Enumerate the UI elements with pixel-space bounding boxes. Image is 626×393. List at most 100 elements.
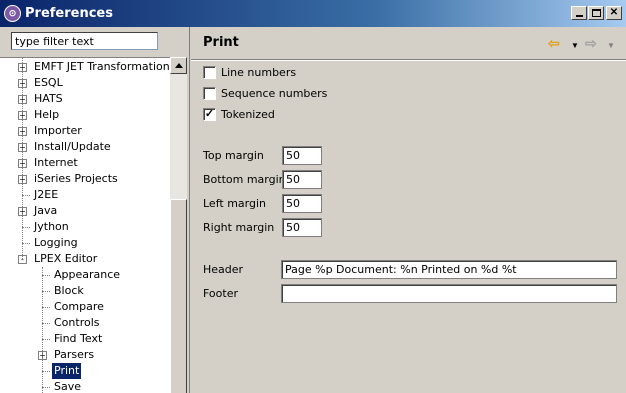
minimize-icon: [576, 15, 583, 17]
footer-row: Footer: [203, 284, 618, 304]
tree-item[interactable]: Save: [0, 379, 170, 393]
tree-item-label: Appearance: [54, 268, 121, 281]
tree-item[interactable]: + iSeries Projects: [0, 171, 170, 187]
tree-item[interactable]: + HATS: [0, 91, 170, 107]
tree-item[interactable]: J2EE: [0, 187, 170, 203]
tree-item[interactable]: + Parsers: [0, 347, 170, 363]
tree-item[interactable]: Appearance: [0, 267, 170, 283]
close-icon: ✕: [609, 7, 619, 18]
checkbox-box[interactable]: [203, 66, 216, 79]
header-row: Header Page %p Document: %n Printed on %…: [203, 260, 618, 280]
tree-item-label: ESQL: [34, 76, 63, 89]
tree-item[interactable]: + Internet: [0, 155, 170, 171]
close-button[interactable]: ✕: [606, 6, 622, 20]
maximize-icon: [592, 9, 601, 17]
line-numbers-checkbox[interactable]: Line numbers: [203, 66, 333, 80]
top-margin-label: Top margin: [203, 149, 264, 162]
tree-connector: [42, 387, 50, 388]
checkbox-label: Line numbers: [221, 66, 297, 79]
tree-item-label: Logging: [34, 236, 78, 249]
checkbox-box[interactable]: [203, 87, 216, 100]
tree-connector: [22, 58, 23, 259]
tree-item-label: Importer: [34, 124, 82, 137]
checkbox-label: Tokenized: [221, 108, 275, 121]
tree-item-label: Find Text: [54, 332, 103, 345]
tree-item-label: Jython: [34, 220, 69, 233]
tree-connector: [22, 243, 30, 244]
left-margin-row: Left margin 50: [203, 194, 403, 214]
tree-item[interactable]: - LPEX Editor: [0, 251, 170, 267]
preference-navigation-pane: +EMFT JET Transformations+ESQL+HATS+Help…: [0, 27, 190, 393]
tree-item-label: Java: [34, 204, 58, 217]
tree-item[interactable]: Print: [0, 363, 170, 379]
tree-connector: [22, 227, 30, 228]
sequence-numbers-checkbox[interactable]: Sequence numbers: [203, 87, 333, 101]
scroll-up-button[interactable]: [170, 57, 187, 74]
title-separator: [191, 59, 626, 61]
tree-item-label: Internet: [34, 156, 78, 169]
tree-connector: [42, 339, 50, 340]
tree-connector: [42, 307, 50, 308]
checkbox-label: Sequence numbers: [221, 87, 328, 100]
preference-tree[interactable]: + EMFT JET Transformations + ESQL + HATS + Help…: [0, 57, 170, 393]
scrollbar-thumb[interactable]: [170, 199, 187, 393]
right-margin-row: Right margin 50: [203, 218, 403, 238]
tree-item-label: Controls: [54, 316, 100, 329]
tree-item[interactable]: Compare: [0, 299, 170, 315]
page-title: Print: [203, 35, 239, 50]
tokenized-checkbox[interactable]: ✓ Tokenized: [203, 108, 333, 122]
tree-item[interactable]: + Importer: [0, 123, 170, 139]
forward-arrow-icon[interactable]: ⇨: [585, 36, 597, 50]
tree-connector: [42, 275, 50, 276]
tree-item[interactable]: Logging: [0, 235, 170, 251]
window-title: Preferences: [25, 6, 113, 21]
tree-connector: [22, 195, 30, 196]
tree-connector: [42, 323, 50, 324]
tree-item[interactable]: + ESQL: [0, 75, 170, 91]
tree-item-label: Save: [54, 380, 82, 393]
filter-input[interactable]: [11, 32, 158, 50]
checkbox-box[interactable]: ✓: [203, 108, 216, 121]
right-margin-label: Right margin: [203, 221, 275, 234]
tree-scrollbar[interactable]: [170, 57, 187, 393]
eclipse-logo-icon: ⊙: [4, 5, 21, 22]
top-margin-field[interactable]: 50: [282, 146, 322, 165]
forward-history-dropdown-icon[interactable]: ▼: [607, 39, 615, 53]
bottom-margin-field[interactable]: 50: [282, 170, 322, 189]
tree-item-label: Help: [34, 108, 60, 121]
footer-field[interactable]: [281, 284, 617, 303]
tree-item-label: LPEX Editor: [34, 252, 98, 265]
tree-item[interactable]: Controls: [0, 315, 170, 331]
back-arrow-icon[interactable]: ⇦: [548, 36, 560, 50]
top-margin-row: Top margin 50: [203, 146, 403, 166]
minimize-button[interactable]: [571, 6, 587, 20]
left-margin-field[interactable]: 50: [282, 194, 322, 213]
footer-label: Footer: [203, 287, 238, 300]
tree-item[interactable]: Find Text: [0, 331, 170, 347]
window-titlebar[interactable]: ⊙ Preferences ✕: [0, 0, 626, 27]
maximize-button[interactable]: [588, 6, 604, 20]
header-label: Header: [203, 263, 244, 276]
bottom-margin-row: Bottom margin 50: [203, 170, 403, 190]
tree-item[interactable]: + EMFT JET Transformations: [0, 59, 170, 75]
tree-item[interactable]: + Help: [0, 107, 170, 123]
tree-item-label: HATS: [34, 92, 63, 105]
tree-item[interactable]: + Install/Update: [0, 139, 170, 155]
tree-item-label: EMFT JET Transformations: [34, 60, 170, 73]
back-history-dropdown-icon[interactable]: ▼: [571, 39, 579, 53]
tree-item-label: Print: [52, 363, 82, 379]
tree-connector: [42, 267, 43, 393]
tree-item-label: Parsers: [54, 348, 95, 361]
tree-item[interactable]: Block: [0, 283, 170, 299]
tree-item[interactable]: + Java: [0, 203, 170, 219]
tree-item-label: Compare: [54, 300, 104, 313]
left-margin-label: Left margin: [203, 197, 266, 210]
tree-item-label: J2EE: [34, 188, 59, 201]
tree-item-label: iSeries Projects: [34, 172, 118, 185]
tree-item[interactable]: Jython: [0, 219, 170, 235]
right-margin-field[interactable]: 50: [282, 218, 322, 237]
header-field[interactable]: Page %p Document: %n Printed on %d %t: [281, 260, 617, 279]
bottom-margin-label: Bottom margin: [203, 173, 286, 186]
preference-page: Print ⇦ ▼ ⇨ ▼ Line numbers Sequence numb…: [191, 27, 626, 393]
tree-connector: [42, 371, 50, 372]
